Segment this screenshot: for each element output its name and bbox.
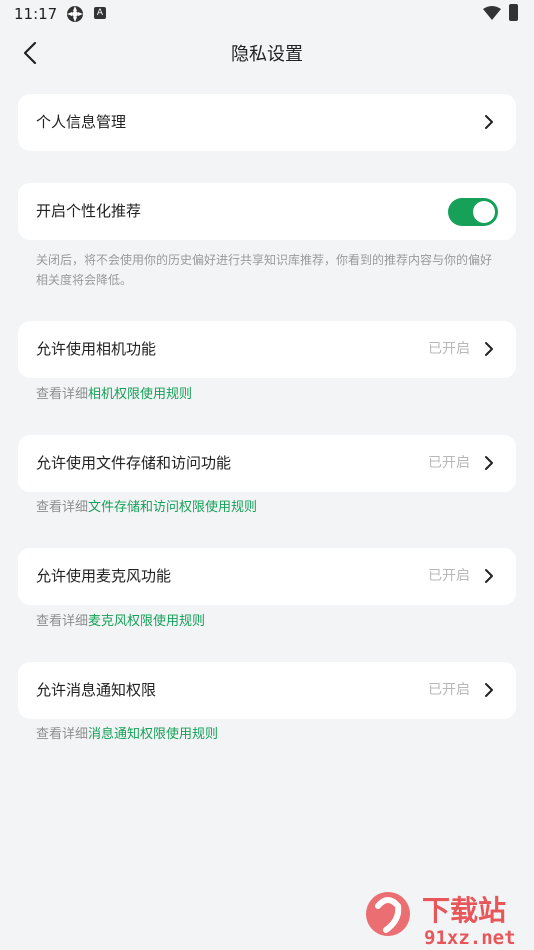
storage-permission-status: 已开启 xyxy=(428,455,470,471)
microphone-permission-row[interactable]: 允许使用麦克风功能 已开启 xyxy=(18,548,516,605)
a-badge-icon: A xyxy=(94,7,106,19)
wifi-icon xyxy=(483,6,501,20)
personalized-recommendation-label: 开启个性化推荐 xyxy=(36,202,142,220)
notification-permission-status: 已开启 xyxy=(428,682,470,698)
notification-hint: 查看详细消息通知权限使用规则 xyxy=(36,725,218,745)
personal-info-row[interactable]: 个人信息管理 xyxy=(18,94,516,151)
watermark-logo: 下载站 91xz.net xyxy=(366,892,516,948)
camera-hint: 查看详细相机权限使用规则 xyxy=(36,385,192,405)
status-time: 11:17 xyxy=(14,5,58,23)
hint-prefix: 查看详细 xyxy=(36,727,89,742)
notification-rules-link[interactable]: 消息通知权限使用规则 xyxy=(88,727,218,742)
watermark-brand: 下载站 xyxy=(422,894,506,927)
page-title: 隐私设置 xyxy=(231,44,303,65)
chevron-right-icon xyxy=(485,569,493,583)
storage-rules-link[interactable]: 文件存储和访问权限使用规则 xyxy=(88,500,257,515)
hint-prefix: 查看详细 xyxy=(36,387,89,402)
microphone-permission-label: 允许使用麦克风功能 xyxy=(36,567,172,585)
chevron-right-icon xyxy=(485,342,493,356)
microphone-hint: 查看详细麦克风权限使用规则 xyxy=(36,612,205,632)
personal-info-label: 个人信息管理 xyxy=(36,113,127,131)
notification-permission-label: 允许消息通知权限 xyxy=(36,681,157,699)
toggle-knob xyxy=(473,201,495,223)
microphone-rules-link[interactable]: 麦克风权限使用规则 xyxy=(88,614,205,629)
status-bar: 11:17 A xyxy=(0,0,534,28)
microphone-permission-status: 已开启 xyxy=(428,568,470,584)
watermark-emblem-icon xyxy=(366,892,410,936)
storage-permission-row[interactable]: 允许使用文件存储和访问功能 已开启 xyxy=(18,435,516,492)
camera-permission-row[interactable]: 允许使用相机功能 已开启 xyxy=(18,321,516,378)
hint-prefix: 查看详细 xyxy=(36,500,89,515)
camera-permission-label: 允许使用相机功能 xyxy=(36,340,157,358)
settings-app-icon xyxy=(67,6,83,22)
storage-hint: 查看详细文件存储和访问权限使用规则 xyxy=(36,498,257,518)
storage-permission-label: 允许使用文件存储和访问功能 xyxy=(36,454,232,472)
chevron-right-icon xyxy=(485,683,493,697)
chevron-right-icon xyxy=(485,456,493,470)
camera-rules-link[interactable]: 相机权限使用规则 xyxy=(88,387,192,402)
personalized-recommendation-toggle[interactable] xyxy=(448,198,498,226)
chevron-right-icon xyxy=(485,115,493,129)
header: 隐私设置 xyxy=(0,28,534,76)
camera-permission-status: 已开启 xyxy=(428,341,470,357)
notification-permission-row[interactable]: 允许消息通知权限 已开启 xyxy=(18,662,516,719)
personalized-description: 关闭后，将不会使用你的历史偏好进行共享知识库推荐，你看到的推荐内容与你的偏好相关… xyxy=(36,253,493,287)
personalized-recommendation-row: 开启个性化推荐 xyxy=(18,183,516,240)
watermark-domain: 91xz.net xyxy=(424,927,516,948)
battery-icon xyxy=(509,4,518,21)
hint-prefix: 查看详细 xyxy=(36,614,89,629)
